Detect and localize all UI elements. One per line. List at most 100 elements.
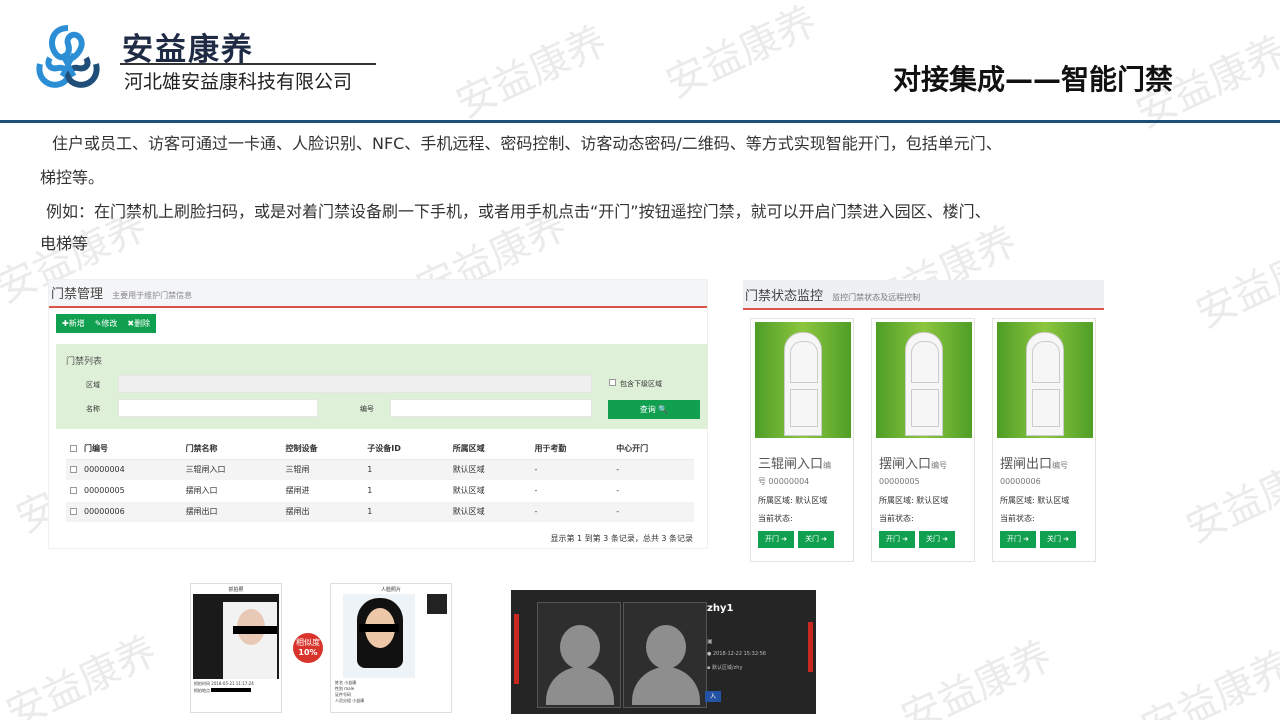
door-image [997, 322, 1093, 438]
table-cell: - [530, 459, 613, 481]
watermark: 安益康养 [1179, 442, 1280, 553]
select-all-checkbox[interactable] [70, 444, 77, 452]
watermark: 安益康养 [1189, 227, 1280, 338]
delete-button[interactable]: ✖删除 [127, 318, 150, 329]
column-header: 门禁名称 [181, 438, 282, 460]
door-image [876, 322, 972, 438]
edit-button[interactable]: ✎修改 [95, 318, 118, 329]
table-cell: 摆闸出口 [181, 501, 282, 523]
query-button[interactable]: 查询 🔍 [608, 400, 700, 419]
capture-place: 抓拍地点 [194, 688, 252, 694]
intro-line-2: 梯控等。 [40, 168, 105, 187]
watermark: 安益康养 [659, 0, 824, 108]
capture-time: 抓拍时间 2018-05-21 11:17:24 [194, 681, 254, 686]
door-monitor-panel: 门禁状态监控 监控门禁状态及远程控制 三辊闸入口编号 00000004 所属区域… [743, 280, 1104, 585]
table-row[interactable]: 00000004 三辊闸入口 三辊闸 1 默认区域 - - [66, 459, 694, 481]
row-checkbox[interactable] [70, 487, 77, 494]
header-rule [0, 120, 1280, 123]
table-row[interactable]: 00000006 摆闸出口 摆闸出 1 默认区域 - - [66, 501, 694, 523]
door-status: 当前状态: [879, 514, 914, 523]
table-cell: - [612, 480, 694, 502]
open-door-button[interactable]: 开门 ➜ [758, 531, 794, 548]
table-cell: 默认区域 [448, 459, 531, 481]
door-area: 所属区域: 默认区域 [758, 496, 828, 505]
toolbar: ✚新增 ✎修改 ✖删除 [56, 314, 157, 333]
company-name: 河北雄安益康科技有限公司 [124, 71, 353, 93]
door-area: 所属区域: 默认区域 [879, 496, 949, 505]
table-cell: - [612, 459, 694, 481]
area-label: 区域 [86, 381, 100, 389]
door-card: 摆闸出口编号 00000006 所属区域: 默认区域 当前状态: 开门 ➜ 关门 … [992, 318, 1096, 562]
table-cell: 摆闸进 [281, 480, 364, 502]
panel-title: 门禁状态监控 [745, 289, 824, 304]
table-row[interactable]: 00000005 摆闸入口 摆闸进 1 默认区域 - - [66, 480, 694, 502]
table-cell: 摆闸出 [281, 501, 364, 523]
face-photo-panel: 人脸照片 姓名 小益康 性别 male 证件号码 人员分组 小益康 [330, 583, 452, 713]
include-sub-label: 包含下级区域 [620, 380, 662, 388]
panel-title: 门禁管理 [51, 287, 104, 302]
table-cell: - [612, 501, 694, 523]
table-cell: 默认区域 [448, 501, 531, 523]
intro-line-3: 例如：在门禁机上刷脸扫码，或是对着门禁设备刷一下手机，或者用手机点击“开门”按钮… [46, 202, 991, 221]
open-door-button[interactable]: 开门 ➜ [1000, 531, 1036, 548]
intro-line-1: 住户或员工、访客可通过一卡通、人脸识别、NFC、手机远程、密码控制、访客动态密码… [52, 134, 1002, 153]
row-checkbox[interactable] [70, 466, 77, 473]
number-input[interactable] [390, 399, 592, 417]
table-cell: 00000004 [80, 459, 182, 481]
close-door-button[interactable]: 关门 ➜ [919, 531, 955, 548]
table-cell: - [530, 501, 613, 523]
panel-header: 门禁状态监控 监控门禁状态及远程控制 [743, 280, 1104, 310]
area-input[interactable] [118, 375, 592, 393]
record-time: ● 2018-12-22 15:32:56 [707, 651, 767, 657]
capture-photo-panel: 抓拍照 抓拍时间 2018-05-21 11:17:24 抓拍地点 [190, 583, 282, 713]
door-table: 门编号 门禁名称 控制设备 子设备ID 所属区域 用于考勤 中心开门 00000… [66, 438, 694, 523]
table-cell: - [530, 480, 613, 502]
company-logo-icon [36, 25, 100, 88]
record-user: zhy1 [707, 603, 734, 614]
brand-divider [120, 63, 376, 65]
close-door-button[interactable]: 关门 ➜ [798, 531, 834, 548]
access-record-panel: zhy1 ▣ ● 2018-12-22 15:32:56 ▪ 默认区域/zhy … [511, 590, 816, 714]
watermark: 安益康养 [449, 17, 614, 128]
table-cell: 1 [363, 459, 449, 481]
avatar-right [623, 602, 707, 708]
name-label: 名称 [86, 405, 100, 413]
door-card: 摆闸入口编号 00000005 所属区域: 默认区域 当前状态: 开门 ➜ 关门 … [871, 318, 975, 562]
record-icon: ▣ [707, 638, 713, 645]
table-cell: 三辊闸 [281, 459, 364, 481]
panel-subtitle: 主要用于维护门禁信息 [112, 291, 193, 300]
capture-image [193, 594, 279, 679]
intro-line-4: 电梯等 [40, 234, 89, 253]
close-door-button[interactable]: 关门 ➜ [1040, 531, 1076, 548]
row-checkbox[interactable] [70, 508, 77, 515]
table-cell: 三辊闸入口 [181, 459, 282, 481]
pagination-info: 显示第 1 到第 3 条记录，总共 3 条记录 [550, 534, 693, 543]
avatar-left [537, 602, 621, 708]
open-door-button[interactable]: 开门 ➜ [879, 531, 915, 548]
add-button[interactable]: ✚新增 [62, 318, 85, 329]
column-header: 门编号 [80, 438, 182, 460]
name-input[interactable] [118, 399, 318, 417]
watermark: 安益康养 [0, 627, 164, 720]
panel-title: 抓拍照 [228, 587, 244, 593]
door-name: 摆闸出口编号 00000006 [1000, 457, 1069, 486]
door-card: 三辊闸入口编号 00000004 所属区域: 默认区域 当前状态: 开门 ➜ 关… [750, 318, 854, 562]
include-sub-checkbox[interactable] [609, 379, 616, 386]
table-cell: 00000005 [80, 480, 182, 502]
table-header-row: 门编号 门禁名称 控制设备 子设备ID 所属区域 用于考勤 中心开门 [66, 438, 694, 460]
door-management-panel: 门禁管理 主要用于维护门禁信息 ✚新增 ✎修改 ✖删除 门禁列表 区域 包含下级… [48, 279, 708, 549]
watermark: 安益康养 [1134, 642, 1280, 720]
slide-title: 对接集成——智能门禁 [893, 63, 1174, 96]
column-header: 子设备ID [363, 438, 449, 460]
panel-title: 人脸照片 [380, 587, 401, 593]
column-header: 所属区域 [448, 438, 531, 460]
table-cell: 摆闸入口 [181, 480, 282, 502]
column-header: 中心开门 [612, 438, 694, 460]
watermark: 安益康养 [894, 632, 1059, 720]
face-image [343, 594, 415, 678]
filter-title: 门禁列表 [66, 357, 103, 367]
column-header: 控制设备 [281, 438, 364, 460]
door-status: 当前状态: [1000, 514, 1035, 523]
table-cell: 1 [363, 501, 449, 523]
column-header: 用于考勤 [530, 438, 613, 460]
